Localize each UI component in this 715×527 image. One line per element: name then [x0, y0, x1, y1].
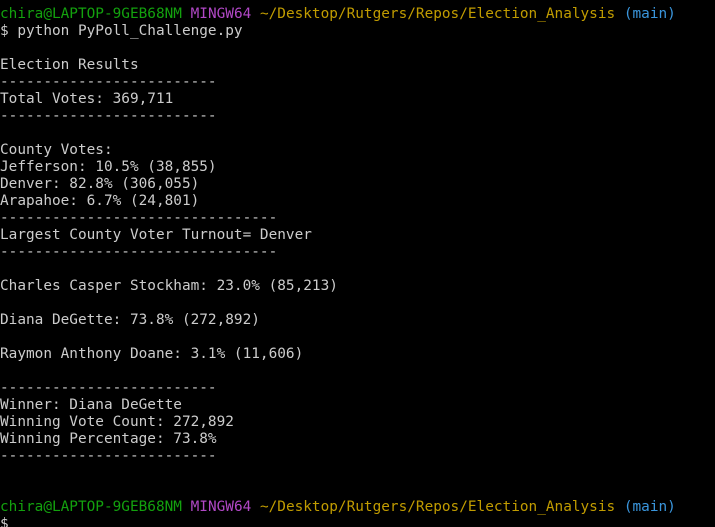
- county-line-denver: Denver: 82.8% (306,055): [0, 176, 200, 192]
- winner-name: Winner: Diana DeGette: [0, 397, 182, 413]
- terminal-window[interactable]: chira@LAPTOP-9GEB68NM MINGW64 ~/Desktop/…: [0, 0, 715, 527]
- winning-percentage: Winning Percentage: 73.8%: [0, 431, 217, 447]
- separator: --------------------------------: [0, 244, 278, 260]
- total-votes: Total Votes: 369,711: [0, 91, 174, 107]
- candidate-line-doane: Raymon Anthony Doane: 3.1% (11,606): [0, 346, 304, 362]
- largest-county: Largest County Voter Turnout= Denver: [0, 227, 312, 243]
- prompt-branch: (main): [623, 6, 676, 22]
- separator: --------------------------------: [0, 210, 278, 226]
- prompt-path: ~/Desktop/Rutgers/Repos/Election_Analysi…: [259, 499, 616, 515]
- county-line-arapahoe: Arapahoe: 6.7% (24,801): [0, 193, 200, 209]
- prompt-line: chira@LAPTOP-9GEB68NM MINGW64 ~/Desktop/…: [0, 6, 676, 23]
- county-header: County Votes:: [0, 142, 113, 158]
- prompt-symbol: $: [0, 516, 9, 527]
- prompt-branch: (main): [623, 499, 676, 515]
- prompt-shell: MINGW64: [190, 499, 252, 515]
- prompt-user-host: chira@LAPTOP-9GEB68NM: [0, 499, 182, 515]
- command-line: $ python PyPoll_Challenge.py: [0, 23, 243, 39]
- winning-vote-count: Winning Vote Count: 272,892: [0, 414, 234, 430]
- separator: -------------------------: [0, 380, 217, 396]
- prompt-user-host: chira@LAPTOP-9GEB68NM: [0, 6, 182, 22]
- input-line[interactable]: $: [0, 516, 26, 527]
- county-line-jefferson: Jefferson: 10.5% (38,855): [0, 159, 217, 175]
- separator: -------------------------: [0, 74, 217, 90]
- prompt-shell: MINGW64: [190, 6, 252, 22]
- candidate-line-degette: Diana DeGette: 73.8% (272,892): [0, 312, 260, 328]
- separator: -------------------------: [0, 448, 217, 464]
- prompt-line: chira@LAPTOP-9GEB68NM MINGW64 ~/Desktop/…: [0, 499, 676, 516]
- prompt-path: ~/Desktop/Rutgers/Repos/Election_Analysi…: [259, 6, 616, 22]
- results-title: Election Results: [0, 57, 139, 73]
- candidate-line-stockham: Charles Casper Stockham: 23.0% (85,213): [0, 278, 338, 294]
- separator: -------------------------: [0, 108, 217, 124]
